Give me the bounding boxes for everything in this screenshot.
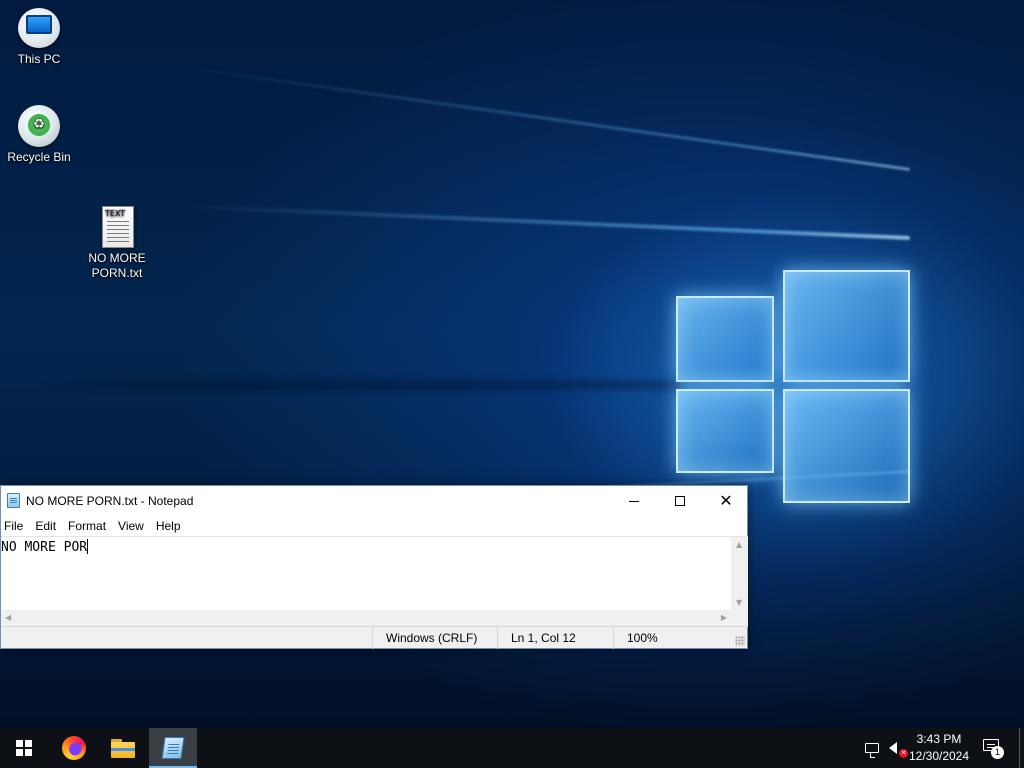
status-bar: Windows (CRLF) Ln 1, Col 12 100% xyxy=(1,626,747,649)
network-icon xyxy=(865,743,879,758)
text-cursor xyxy=(87,539,89,554)
minimize-button[interactable] xyxy=(611,486,657,516)
desktop-icon-label-line1: NO MORE xyxy=(88,251,146,265)
minimize-icon xyxy=(629,500,639,502)
menu-format[interactable]: Format xyxy=(65,519,113,533)
horizontal-scrollbar[interactable]: ◀ ▶ xyxy=(1,610,731,627)
notepad-icon xyxy=(161,737,185,759)
scroll-left-icon[interactable]: ◀ xyxy=(5,614,11,622)
status-encoding: Windows (CRLF) xyxy=(372,627,497,649)
window-title: NO MORE PORN.txt - Notepad xyxy=(26,494,194,508)
taskbar-firefox[interactable] xyxy=(50,728,98,768)
notepad-window[interactable]: NO MORE PORN.txt - Notepad ✕ File Edit F… xyxy=(0,485,748,649)
menu-view[interactable]: View xyxy=(115,519,151,533)
resize-grip-icon[interactable] xyxy=(735,636,745,646)
clock-time: 3:43 PM xyxy=(916,732,962,746)
wallpaper-logo-pane xyxy=(676,389,774,473)
scroll-up-icon[interactable]: ▲ xyxy=(736,541,742,549)
action-center-button[interactable]: 1 xyxy=(982,737,1004,759)
menu-file[interactable]: File xyxy=(1,519,30,533)
notepad-app-icon[interactable] xyxy=(7,493,20,508)
status-zoom: 100% xyxy=(613,627,747,649)
desktop-icon-text-file[interactable]: TEXT NO MORE PORN.txt xyxy=(77,205,157,281)
text-file-icon: TEXT xyxy=(95,205,139,249)
firefox-icon xyxy=(62,736,86,760)
text-editor-area[interactable]: NO MORE POR ▲ ▼ ◀ ▶ xyxy=(1,536,748,627)
wallpaper-logo-pane xyxy=(783,389,910,503)
wallpaper-light-beam xyxy=(157,62,911,171)
menu-help[interactable]: Help xyxy=(153,519,188,533)
menu-bar: File Edit Format View Help xyxy=(1,516,747,536)
scroll-right-icon[interactable]: ▶ xyxy=(721,614,727,622)
status-cursor-position: Ln 1, Col 12 xyxy=(497,627,613,649)
clock-date: 12/30/2024 xyxy=(908,749,970,763)
taskbar-file-explorer[interactable] xyxy=(99,728,147,768)
desktop-icon-label-line2: PORN.txt xyxy=(91,266,143,280)
network-tray-button[interactable] xyxy=(862,738,882,758)
notification-count-badge: 1 xyxy=(991,746,1004,759)
wallpaper-logo-pane xyxy=(783,270,910,382)
window-title-bar[interactable]: NO MORE PORN.txt - Notepad ✕ xyxy=(1,486,747,516)
close-button[interactable]: ✕ xyxy=(703,486,749,516)
vertical-scrollbar[interactable]: ▲ ▼ xyxy=(731,537,748,611)
windows-logo-icon xyxy=(16,740,32,756)
wallpaper-logo-pane xyxy=(676,296,774,382)
menu-edit[interactable]: Edit xyxy=(32,519,63,533)
scroll-corner xyxy=(731,610,748,627)
text-file-badge: TEXT xyxy=(105,209,126,218)
folder-icon xyxy=(111,738,135,758)
taskbar: ✕ 3:43 PM 12/30/2024 1 xyxy=(0,728,1024,768)
volume-muted-icon xyxy=(889,742,897,754)
taskbar-notepad[interactable] xyxy=(149,728,197,768)
start-button[interactable] xyxy=(0,728,48,768)
show-desktop-button[interactable] xyxy=(1019,728,1024,768)
desktop-icon-label: Recycle Bin xyxy=(7,150,71,164)
editor-text: NO MORE POR xyxy=(1,540,88,555)
maximize-button[interactable] xyxy=(657,486,703,516)
taskbar-clock[interactable]: 3:43 PM 12/30/2024 xyxy=(904,731,974,765)
scroll-down-icon[interactable]: ▼ xyxy=(736,599,742,607)
desktop-icon-recycle-bin[interactable]: ♻ Recycle Bin xyxy=(0,104,79,165)
this-pc-icon xyxy=(17,6,61,50)
recycle-bin-icon: ♻ xyxy=(17,104,61,148)
desktop-icon-this-pc[interactable]: This PC xyxy=(0,6,79,67)
close-icon: ✕ xyxy=(719,491,733,510)
wallpaper-light-beam xyxy=(180,204,911,240)
desktop-icon-label: This PC xyxy=(17,52,61,66)
volume-tray-button[interactable]: ✕ xyxy=(886,738,908,758)
wallpaper-shadow-band xyxy=(40,380,680,390)
maximize-icon xyxy=(675,496,685,506)
